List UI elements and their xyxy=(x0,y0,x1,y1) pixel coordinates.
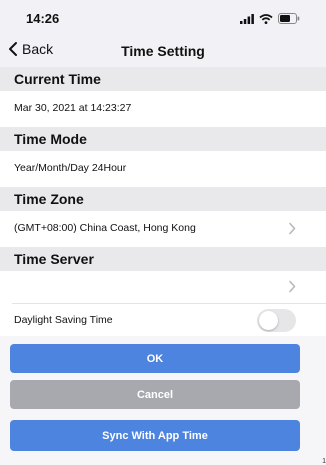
chevron-right-icon xyxy=(289,280,296,293)
time-mode-row[interactable]: Year/Month/Day 24Hour xyxy=(0,151,326,186)
status-time: 14:26 xyxy=(26,11,60,26)
section-title: Time Server xyxy=(14,251,94,267)
time-zone-row[interactable]: (GMT+08:00) China Coast, Hong Kong xyxy=(0,211,326,246)
current-time-value: Mar 30, 2021 at 14:23:27 xyxy=(14,102,132,114)
section-title: Current Time xyxy=(14,71,101,87)
edge-mark: 1 xyxy=(322,458,326,465)
section-header-time-server: Time Server xyxy=(0,247,326,271)
toggle-knob xyxy=(259,311,278,330)
button-area: OK Cancel Sync With App Time xyxy=(0,336,326,465)
chevron-right-icon xyxy=(289,222,296,235)
status-bar: 14:26 xyxy=(0,0,326,36)
current-time-row: Mar 30, 2021 at 14:23:27 xyxy=(0,91,326,126)
wifi-icon xyxy=(259,13,273,24)
daylight-saving-toggle[interactable] xyxy=(257,309,296,332)
battery-icon xyxy=(278,13,300,24)
time-zone-value: (GMT+08:00) China Coast, Hong Kong xyxy=(14,222,196,234)
navigation-bar: Back Time Setting xyxy=(0,36,326,67)
daylight-saving-label: Daylight Saving Time xyxy=(14,314,113,326)
time-server-row[interactable] xyxy=(0,271,326,303)
section-header-time-mode: Time Mode xyxy=(0,127,326,151)
ok-button[interactable]: OK xyxy=(10,344,300,373)
status-icons xyxy=(240,13,300,24)
signal-icon xyxy=(240,13,254,24)
section-title: Time Mode xyxy=(14,131,87,147)
time-mode-value: Year/Month/Day 24Hour xyxy=(14,162,127,174)
page-title: Time Setting xyxy=(121,43,205,59)
section-title: Time Zone xyxy=(14,191,84,207)
cancel-button[interactable]: Cancel xyxy=(10,380,300,409)
section-header-time-zone: Time Zone xyxy=(0,187,326,211)
daylight-saving-row: Daylight Saving Time xyxy=(0,304,326,336)
sync-with-app-time-button[interactable]: Sync With App Time xyxy=(10,420,300,451)
section-header-current-time: Current Time xyxy=(0,67,326,91)
